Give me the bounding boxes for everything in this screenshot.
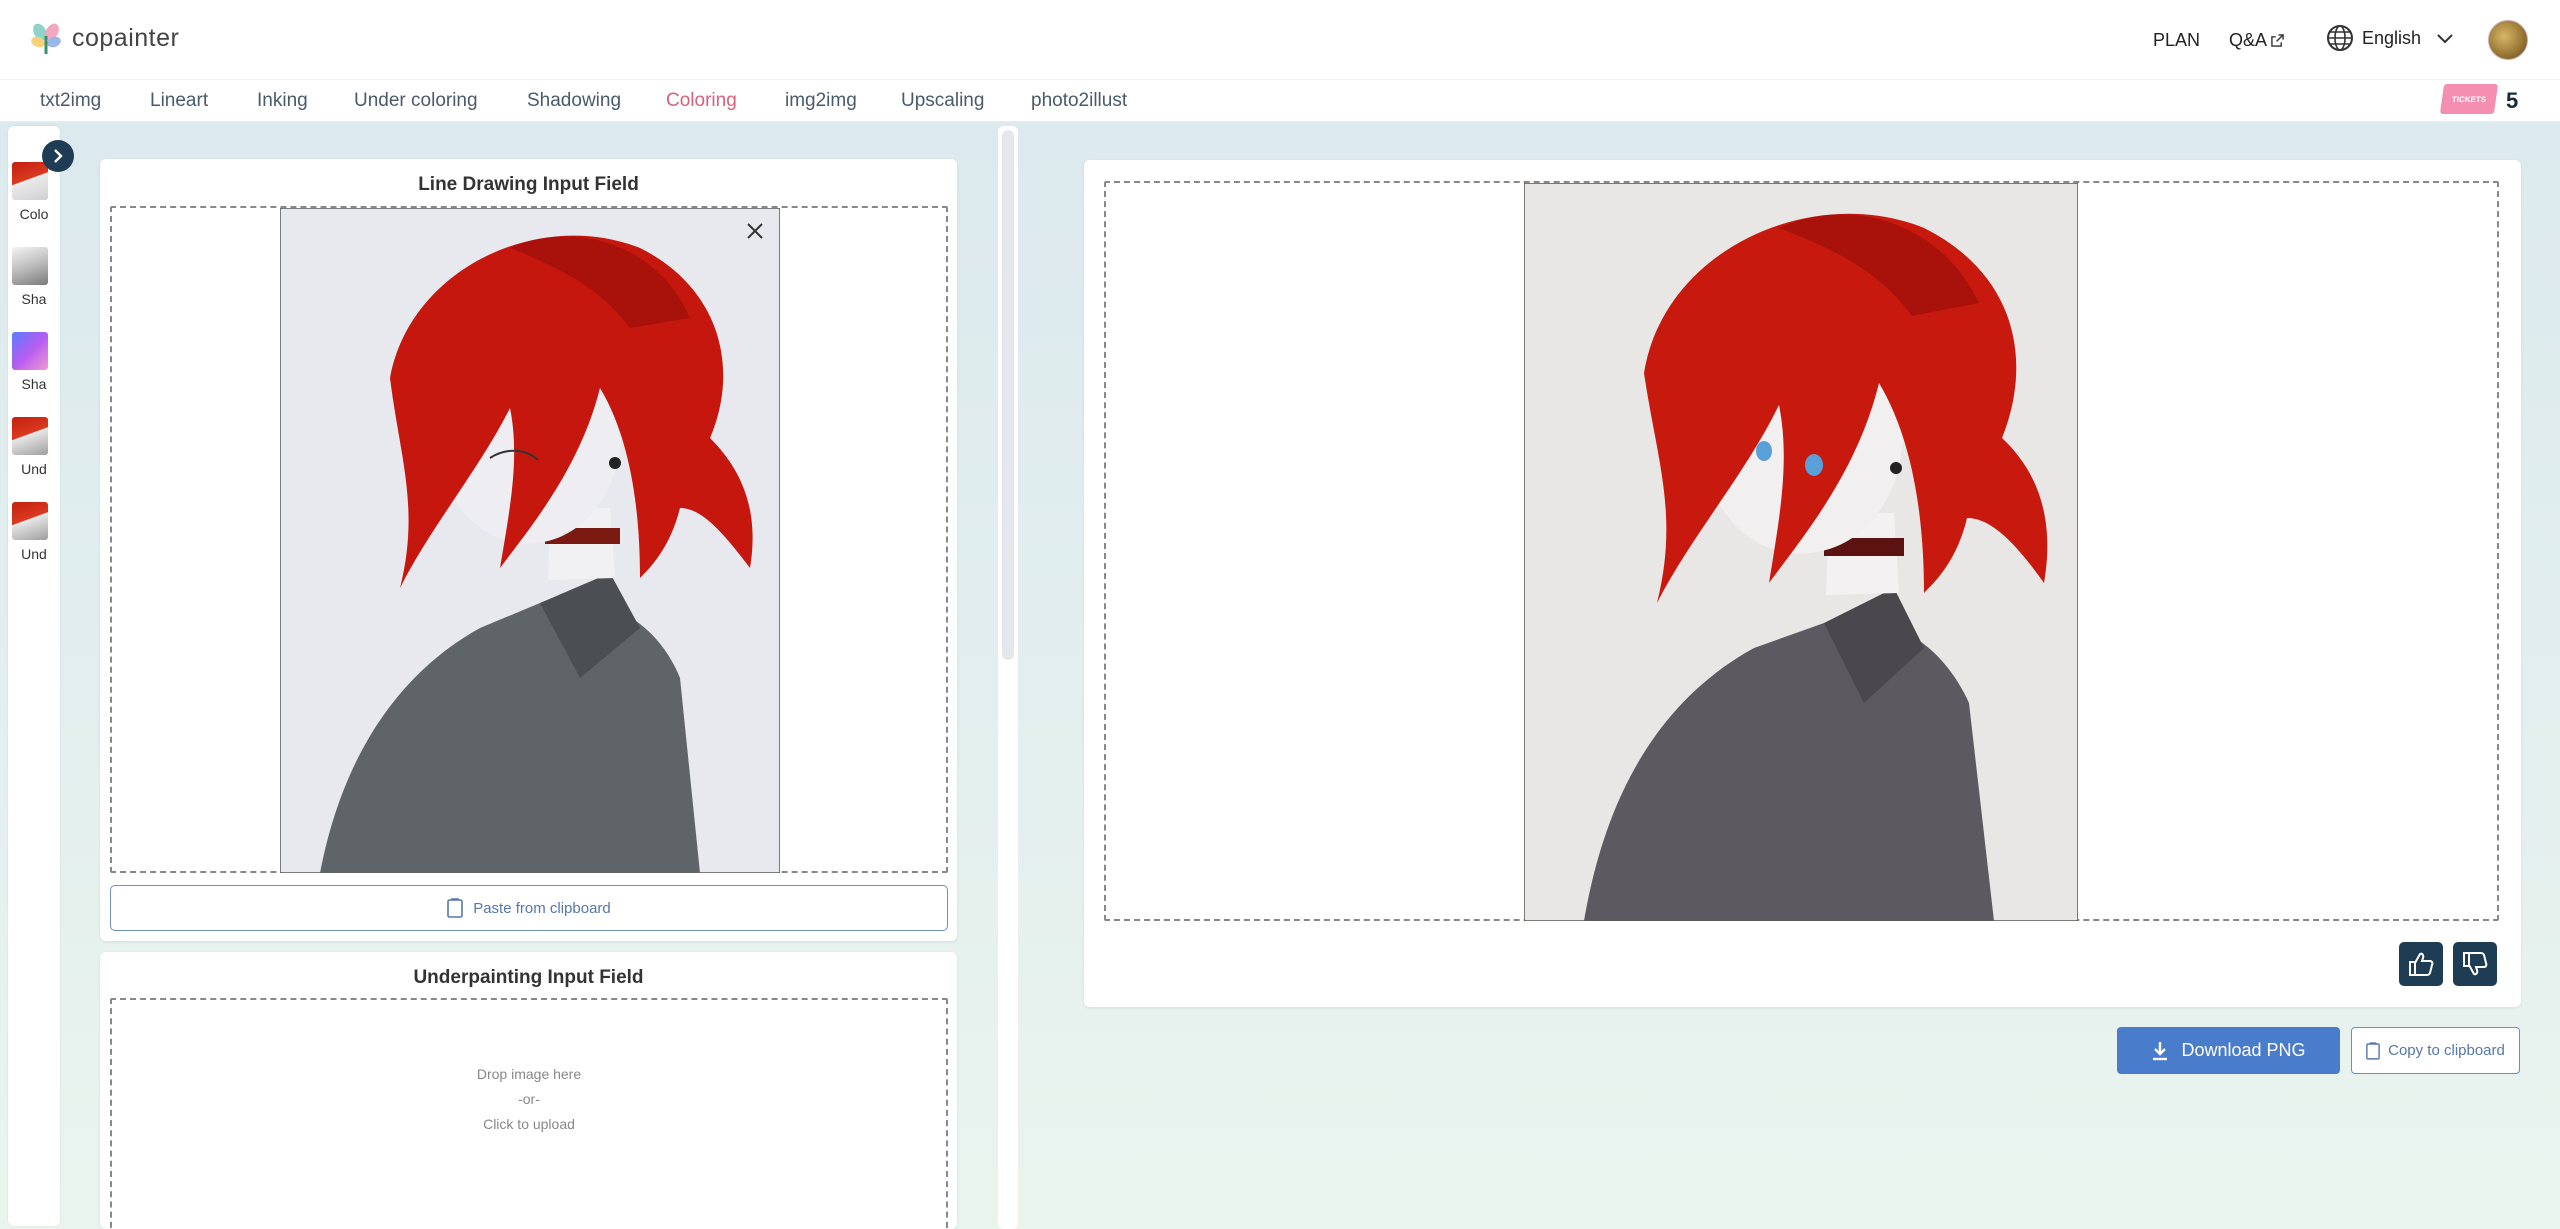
or-text: -or- <box>518 1091 540 1107</box>
clipboard-icon <box>2366 1041 2380 1060</box>
chevron-right-icon <box>54 149 63 163</box>
download-png-button[interactable]: Download PNG <box>2117 1027 2340 1074</box>
underpainting-dropzone[interactable]: Drop image here -or- Click to upload <box>110 998 948 1229</box>
history-label: Sha <box>21 376 47 392</box>
expand-sidebar-button[interactable] <box>42 140 74 172</box>
history-thumbnail <box>12 162 48 200</box>
logo-text: copainter <box>72 23 180 52</box>
output-panel <box>1084 160 2521 1007</box>
language-selector[interactable]: English <box>2326 24 2455 52</box>
underpainting-title: Underpainting Input Field <box>413 967 644 988</box>
qa-label: Q&A <box>2229 30 2268 50</box>
line-drawing-image <box>280 208 780 873</box>
tab-under-coloring[interactable]: Under coloring <box>354 90 478 112</box>
ticket-label: TICKETS <box>2451 94 2487 104</box>
history-item[interactable]: Und <box>12 502 52 562</box>
thumbs-down-button[interactable] <box>2453 942 2497 986</box>
history-label: Sha <box>21 291 47 307</box>
copy-to-clipboard-button[interactable]: Copy to clipboard <box>2351 1027 2520 1074</box>
history-item[interactable]: Sha <box>12 247 52 307</box>
output-image-frame <box>1104 181 2499 921</box>
ticket-icon: TICKETS <box>2439 84 2499 114</box>
drop-text: Drop image here <box>476 1066 582 1082</box>
line-drawing-panel: Line Drawing Input Field Paste from clip… <box>100 159 957 941</box>
mode-tabs: txt2img Lineart Inking Under coloring Sh… <box>0 80 2560 122</box>
history-sidebar: Colo Sha Sha Und Und <box>8 126 60 1226</box>
underpainting-panel: Underpainting Input Field Drop image her… <box>100 952 957 1229</box>
logo[interactable]: copainter <box>28 20 179 56</box>
copy-label: Copy to clipboard <box>2388 1042 2505 1059</box>
download-label: Download PNG <box>2181 1040 2306 1060</box>
history-label: Und <box>21 461 47 477</box>
ticket-count: 5 <box>2506 88 2519 113</box>
tab-img2img[interactable]: img2img <box>785 90 857 112</box>
history-thumbnail <box>12 502 48 540</box>
thumbs-up-button[interactable] <box>2399 942 2443 986</box>
paste-from-clipboard-button[interactable]: Paste from clipboard <box>110 885 948 931</box>
qa-link[interactable]: Q&A <box>2229 30 2284 51</box>
logo-icon <box>31 23 61 54</box>
tab-coloring[interactable]: Coloring <box>666 90 737 112</box>
globe-icon <box>2327 25 2353 51</box>
user-avatar[interactable] <box>2488 20 2528 60</box>
plan-link[interactable]: PLAN <box>2153 30 2200 51</box>
line-drawing-dropzone[interactable] <box>110 206 948 873</box>
thumbs-down-icon <box>2463 952 2488 976</box>
download-icon <box>2153 1041 2168 1060</box>
language-label: English <box>2362 27 2422 48</box>
tab-lineart[interactable]: Lineart <box>150 90 208 112</box>
tab-upscaling[interactable]: Upscaling <box>901 90 984 112</box>
history-thumbnail <box>12 247 48 285</box>
history-item[interactable]: Colo <box>12 162 52 222</box>
thumbs-up-icon <box>2409 952 2434 976</box>
history-thumbnail <box>12 332 48 370</box>
tab-inking[interactable]: Inking <box>257 90 308 112</box>
paste-label: Paste from clipboard <box>473 899 611 917</box>
history-label: Colo <box>19 206 49 222</box>
scrollbar-thumb[interactable] <box>1002 130 1014 660</box>
line-drawing-title: Line Drawing Input Field <box>418 174 639 195</box>
clipboard-icon <box>447 898 464 918</box>
upload-text[interactable]: Click to upload <box>112 1112 946 1137</box>
external-link-icon <box>2271 34 2284 47</box>
chevron-down-icon <box>2437 34 2453 44</box>
tab-shadowing[interactable]: Shadowing <box>527 90 621 112</box>
history-thumbnail <box>12 417 48 455</box>
tab-txt2img[interactable]: txt2img <box>40 90 101 112</box>
close-icon <box>747 223 763 239</box>
dropzone-instructions: Drop image here -or- Click to upload <box>112 1062 946 1137</box>
history-label: Und <box>21 546 47 562</box>
history-item[interactable]: Und <box>12 417 52 477</box>
history-item[interactable]: Sha <box>12 332 52 392</box>
remove-image-button[interactable] <box>740 216 770 246</box>
output-image <box>1524 183 2078 921</box>
app-header: copainter PLAN Q&A English <box>0 0 2560 80</box>
tab-photo2illust[interactable]: photo2illust <box>1031 90 1127 112</box>
